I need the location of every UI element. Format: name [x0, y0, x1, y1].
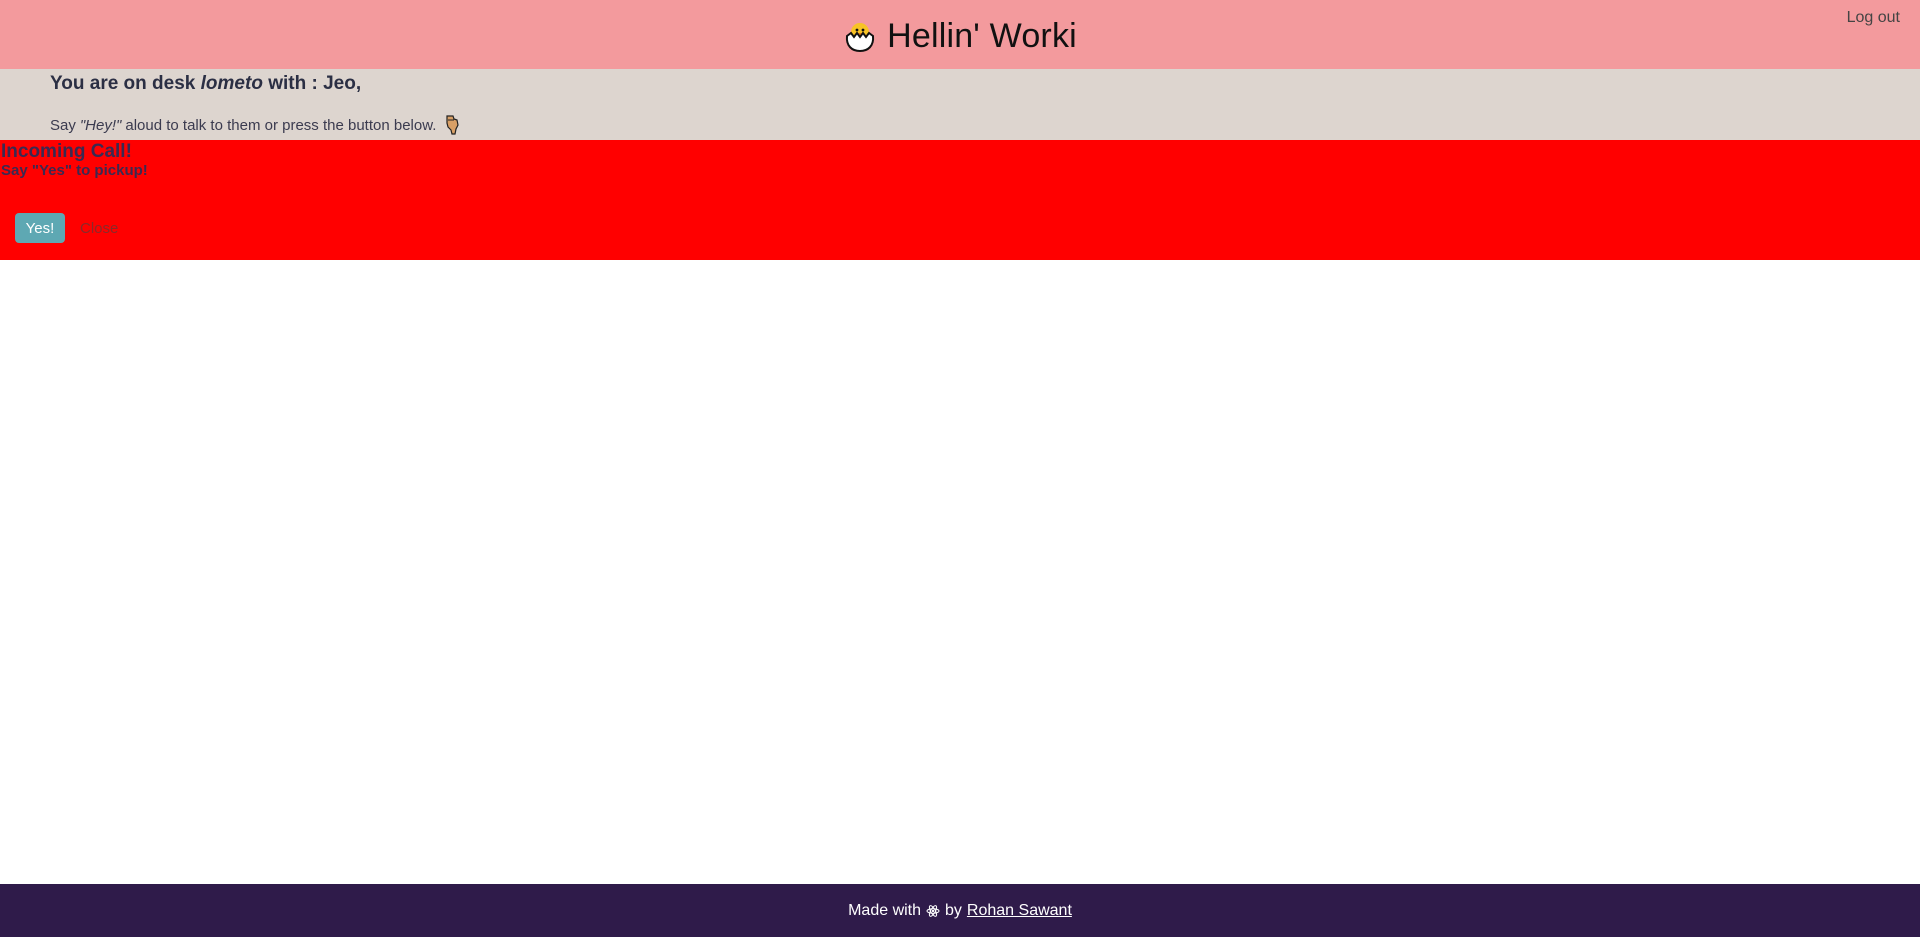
call-subtitle: Say "Yes" to pickup!	[1, 162, 148, 179]
desk-info: You are on desk lometo with : Jeo, Say "…	[0, 69, 1920, 140]
call-title: Incoming Call!	[1, 141, 132, 162]
hint-suffix: aloud to talk to them or press the butto…	[125, 116, 437, 134]
desk-heading-prefix: You are on desk	[50, 73, 196, 94]
atom-icon	[926, 904, 940, 918]
desk-hint: Say "Hey!" aloud to talk to them or pres…	[50, 115, 460, 135]
pointing-down-hand-icon	[444, 115, 460, 135]
author-link[interactable]: Rohan Sawant	[967, 902, 1072, 920]
footer-by: by	[945, 901, 962, 919]
incoming-call-banner: Incoming Call! Say "Yes" to pickup! Yes!…	[0, 140, 1920, 260]
footer-prefix: Made with	[848, 901, 922, 919]
hint-prefix: Say	[50, 116, 76, 134]
page: Hellin' Worki Log out You are on desk lo…	[0, 0, 1920, 937]
logout-link[interactable]: Log out	[1847, 9, 1900, 27]
desk-heading-suffix: with : Jeo,	[268, 73, 362, 94]
close-link[interactable]: Close	[80, 220, 118, 237]
footer: Made with by Rohan Sawant	[0, 884, 1920, 937]
app-title: Hellin' Worki	[887, 17, 1077, 55]
app-header: Hellin' Worki Log out	[0, 0, 1920, 69]
hint-phrase: "Hey!"	[79, 116, 122, 134]
hatching-chick-icon	[843, 19, 877, 53]
desk-heading: You are on desk lometo with : Jeo,	[50, 73, 361, 95]
yes-button[interactable]: Yes!	[15, 213, 65, 243]
desk-name: lometo	[200, 73, 263, 94]
brand: Hellin' Worki	[0, 0, 1920, 72]
